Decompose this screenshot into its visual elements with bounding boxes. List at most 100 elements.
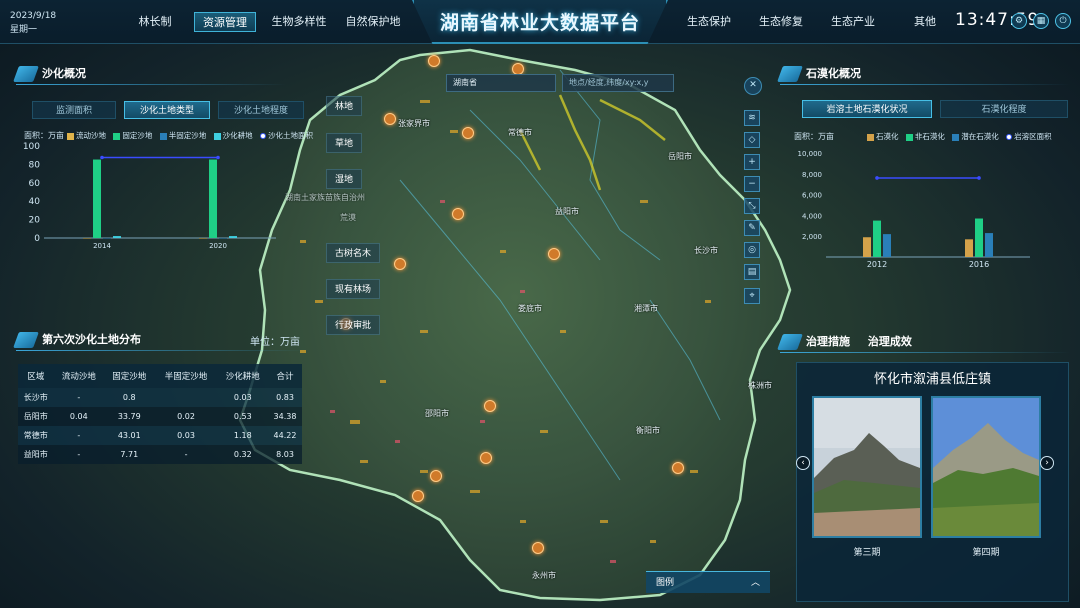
table-cell: 44.22 xyxy=(268,426,302,445)
panel-icon xyxy=(13,66,39,82)
table-cell: 0.32 xyxy=(217,445,268,464)
weekday: 星期一 xyxy=(10,25,38,35)
legend-item: 沙化土地面积 xyxy=(268,131,314,140)
desert-bar-chart: 0 20 40 60 80 100 2014 2020 xyxy=(23,142,276,250)
map-marker[interactable] xyxy=(384,113,396,125)
draw-icon[interactable]: ✎ xyxy=(744,220,760,236)
layer-forest-farms[interactable]: 现有林场 xyxy=(326,279,381,299)
locate-icon[interactable]: ⌖ xyxy=(744,288,760,304)
photo-caption: 第四期 xyxy=(972,548,1000,558)
close-icon[interactable]: ✕ xyxy=(744,77,762,95)
nav-biodiversity[interactable]: 生物多样性 xyxy=(270,12,328,32)
nav-eco-restoration[interactable]: 生态修复 xyxy=(758,12,804,32)
x-tick-label: 2020 xyxy=(209,242,227,250)
photo-phase-3[interactable] xyxy=(812,396,922,538)
settings-icon[interactable]: ⚙ xyxy=(1011,13,1027,29)
chart-bar xyxy=(103,237,111,239)
grid-icon[interactable]: ▦ xyxy=(1033,13,1049,29)
layer-forest[interactable]: 林地 xyxy=(326,96,363,116)
map-marker[interactable] xyxy=(430,470,442,482)
map-marker[interactable] xyxy=(412,490,424,502)
city-label: 益阳市 xyxy=(555,207,579,216)
col-header: 区域 xyxy=(18,364,54,388)
tab-monitor-area[interactable]: 监测面积 xyxy=(32,101,116,119)
city-label: 娄底市 xyxy=(518,304,542,313)
table-cell: 岳阳市 xyxy=(18,407,54,426)
nav-protected-areas[interactable]: 自然保护地 xyxy=(344,12,402,32)
measure-icon[interactable]: ⤡ xyxy=(744,198,760,214)
table-cell: 0.03 xyxy=(217,388,268,407)
nav-resource-mgmt[interactable]: 资源管理 xyxy=(194,12,256,32)
chart-point xyxy=(216,155,220,160)
y-tick-label: 6,000 xyxy=(802,192,822,200)
tab-desert-land-type[interactable]: 沙化土地类型 xyxy=(124,101,210,119)
table-cell: 0.03 xyxy=(154,426,218,445)
chevron-right-icon[interactable]: › xyxy=(1040,456,1054,470)
chart-bar xyxy=(975,218,983,257)
map-marker[interactable] xyxy=(532,542,544,554)
photo-phase-4[interactable] xyxy=(931,396,1041,538)
nav-other[interactable]: 其他 xyxy=(912,12,938,32)
map-marker[interactable] xyxy=(480,452,492,464)
legend-swatch xyxy=(159,132,167,140)
legend-swatch xyxy=(213,132,221,140)
col-header: 半固定沙地 xyxy=(154,364,218,388)
tab-karst-status[interactable]: 岩溶土地石漠化状况 xyxy=(802,100,932,118)
map-marker[interactable] xyxy=(394,258,406,270)
table-row[interactable]: 长沙市 - 0.8 0.03 0.83 xyxy=(18,388,302,407)
table-row[interactable]: 益阳市 - 7.71 - 0.32 8.03 xyxy=(18,445,302,464)
nav-eco-protection[interactable]: 生态保护 xyxy=(686,12,732,32)
photo-location-title: 怀化市溆浦县低庄镇 xyxy=(873,372,991,387)
tab-desert-land-degree[interactable]: 沙化土地程度 xyxy=(218,101,304,119)
nav-forest-chief[interactable]: 林长制 xyxy=(138,12,172,32)
table-cell: 常德市 xyxy=(18,426,54,445)
table-cell: 长沙市 xyxy=(18,388,54,407)
table-row[interactable]: 常德市 - 43.01 0.03 1.18 44.22 xyxy=(18,426,302,445)
layers-icon[interactable]: ≋ xyxy=(744,110,760,126)
legend-swatch xyxy=(113,132,121,140)
layer-admin-approval[interactable]: 行政审批 xyxy=(326,315,381,335)
map-marker[interactable] xyxy=(484,400,496,412)
compass-icon[interactable]: ◇ xyxy=(744,132,760,148)
y-tick-label: 4,000 xyxy=(802,212,822,220)
chevron-left-icon[interactable]: ‹ xyxy=(796,456,810,470)
map-marker[interactable] xyxy=(548,248,560,260)
zoom-in-icon[interactable]: + xyxy=(744,154,760,170)
globe-icon[interactable]: ◎ xyxy=(744,242,760,258)
layer-ancient-trees[interactable]: 古树名木 xyxy=(326,243,381,263)
map-marker[interactable] xyxy=(462,127,474,139)
tab-rock-degree[interactable]: 石漠化程度 xyxy=(940,100,1068,118)
city-label: 株洲市 xyxy=(748,381,772,390)
layer-wetland[interactable]: 湿地 xyxy=(326,169,363,189)
map-marker[interactable] xyxy=(428,55,440,67)
table-row[interactable]: 岳阳市 0.04 33.79 0.02 0.53 34.38 xyxy=(18,407,302,426)
location-search-input[interactable]: 地点/经度,纬度/xy:x,y xyxy=(562,74,674,92)
layer-grassland[interactable]: 草地 xyxy=(326,133,363,153)
table-cell: 0.8 xyxy=(104,388,155,407)
nav-eco-industry[interactable]: 生态产业 xyxy=(830,12,876,32)
map-marker[interactable] xyxy=(672,462,684,474)
y-tick-label: 8,000 xyxy=(802,171,822,179)
city-label: 岳阳市 xyxy=(668,152,692,161)
col-header: 合计 xyxy=(268,364,302,388)
table-cell: 1.18 xyxy=(217,426,268,445)
region-select[interactable]: 湖南省 xyxy=(446,74,556,92)
map-legend-toggle[interactable]: 图例 ︿ xyxy=(646,571,770,593)
desert-distribution-table: 区域 流动沙地 固定沙地 半固定沙地 沙化耕地 合计 长沙市 - 0.8 0.0… xyxy=(18,364,302,464)
chart-bar xyxy=(113,236,121,238)
tab-measures[interactable]: 治理措施 xyxy=(806,335,850,348)
col-header: 流动沙地 xyxy=(53,364,105,388)
x-tick-label: 2014 xyxy=(93,242,111,250)
table-cell: - xyxy=(53,445,105,464)
print-icon[interactable]: ▤ xyxy=(744,264,760,280)
legend-swatch xyxy=(867,133,874,141)
city-label: 永州市 xyxy=(532,571,556,580)
legend-swatch xyxy=(67,132,74,140)
map-marker[interactable] xyxy=(452,208,464,220)
chevron-up-icon: ︿ xyxy=(750,578,760,588)
zoom-out-icon[interactable]: − xyxy=(744,176,760,192)
tab-results[interactable]: 治理成效 xyxy=(868,335,912,348)
table-cell: 33.79 xyxy=(104,407,155,426)
power-icon[interactable]: ⏻ xyxy=(1055,13,1071,29)
legend-item: 流动沙地 xyxy=(76,131,106,140)
